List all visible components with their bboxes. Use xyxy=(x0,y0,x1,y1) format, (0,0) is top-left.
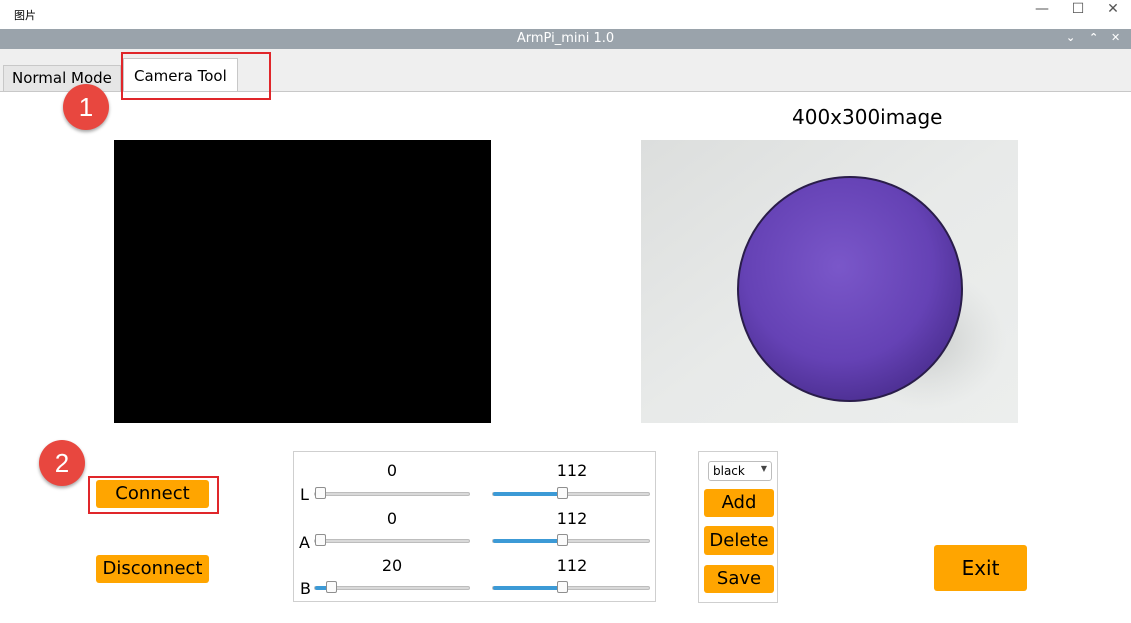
highlight-connect xyxy=(88,476,219,514)
b-max-fill xyxy=(493,586,562,590)
l-min-thumb[interactable] xyxy=(315,487,326,499)
a-min-value: 0 xyxy=(386,509,398,528)
lab-slider-panel: 0 112 L 0 112 A 20 112 B xyxy=(293,451,656,602)
step-badge-2: 2 xyxy=(39,440,85,486)
b-min-slider[interactable] xyxy=(314,581,470,593)
app-close-icon[interactable]: ✕ xyxy=(1111,31,1120,44)
minimize-icon[interactable]: — xyxy=(1032,1,1052,17)
outer-window-title: 图片 xyxy=(14,9,36,22)
color-panel: black ▼ Add Delete Save xyxy=(698,451,778,603)
delete-button[interactable]: Delete xyxy=(704,526,774,555)
l-min-slider[interactable] xyxy=(314,487,470,499)
camera-feed xyxy=(114,140,491,423)
l-axis-label: L xyxy=(300,485,309,504)
color-select[interactable]: black ▼ xyxy=(708,461,772,481)
l-max-fill xyxy=(493,492,562,496)
b-min-thumb[interactable] xyxy=(326,581,337,593)
image-title: 400x300image xyxy=(792,105,943,129)
l-max-slider[interactable] xyxy=(492,487,650,499)
l-max-value: 112 xyxy=(556,461,588,480)
tab-normal-mode[interactable]: Normal Mode xyxy=(3,65,121,91)
sample-image xyxy=(641,140,1018,423)
l-max-thumb[interactable] xyxy=(557,487,568,499)
a-max-value: 112 xyxy=(556,509,588,528)
chevron-down-icon: ▼ xyxy=(760,464,767,473)
disconnect-button[interactable]: Disconnect xyxy=(96,555,209,583)
step-badge-1: 1 xyxy=(63,84,109,130)
a-max-thumb[interactable] xyxy=(557,534,568,546)
app-title-bar: ArmPi_mini 1.0 ⌄ ⌃ ✕ xyxy=(0,29,1131,49)
save-button[interactable]: Save xyxy=(704,565,774,593)
chevron-down-icon[interactable]: ⌄ xyxy=(1066,31,1075,44)
close-icon[interactable]: ✕ xyxy=(1103,1,1123,17)
l-min-value: 0 xyxy=(386,461,398,480)
exit-button[interactable]: Exit xyxy=(934,545,1027,591)
b-max-slider[interactable] xyxy=(492,581,650,593)
chevron-up-icon[interactable]: ⌃ xyxy=(1089,31,1098,44)
outer-title-bar: 图片 — ☐ ✕ xyxy=(0,0,1131,29)
color-select-value: black xyxy=(713,464,745,478)
a-max-slider[interactable] xyxy=(492,534,650,546)
app-title: ArmPi_mini 1.0 xyxy=(516,31,615,46)
b-max-thumb[interactable] xyxy=(557,581,568,593)
a-min-thumb[interactable] xyxy=(315,534,326,546)
maximize-icon[interactable]: ☐ xyxy=(1068,1,1088,17)
a-axis-label: A xyxy=(299,533,310,552)
a-max-fill xyxy=(493,539,562,543)
highlight-camera-tab xyxy=(121,52,271,100)
b-axis-label: B xyxy=(300,579,311,598)
add-button[interactable]: Add xyxy=(704,489,774,517)
a-min-slider[interactable] xyxy=(314,534,470,546)
b-max-value: 112 xyxy=(556,556,588,575)
b-min-value: 20 xyxy=(381,556,403,575)
